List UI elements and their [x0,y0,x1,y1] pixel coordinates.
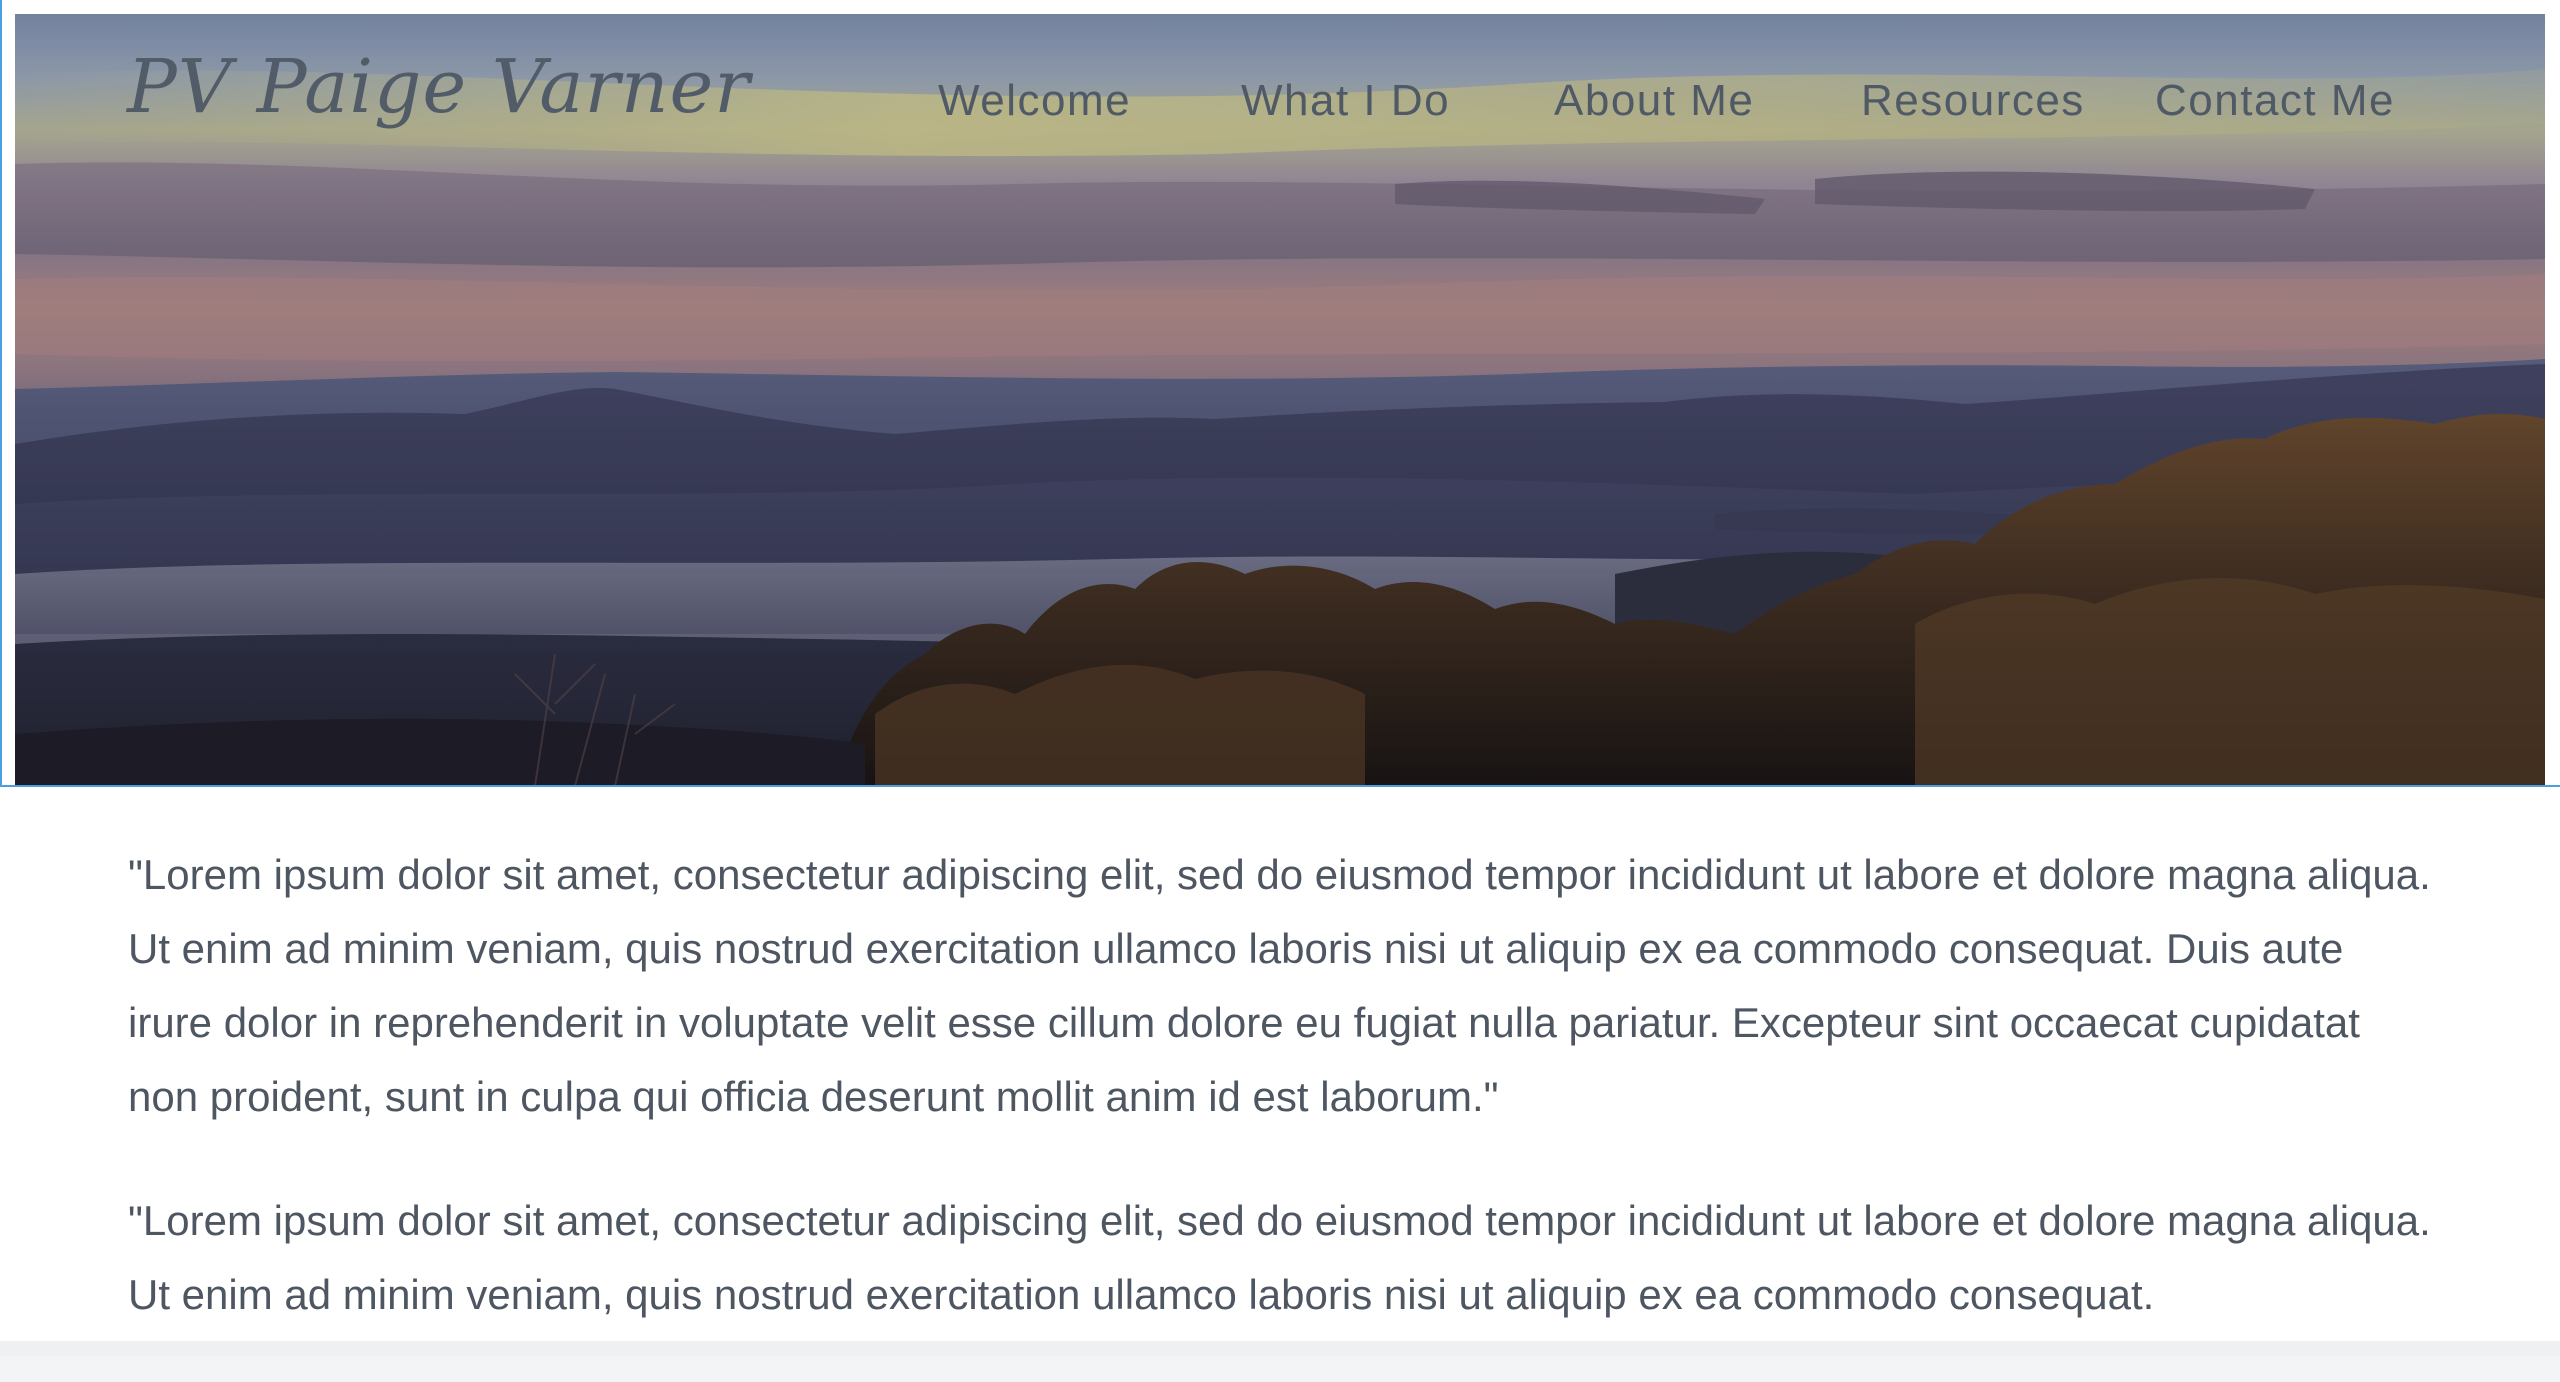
page: PV Paige Varner Welcome What I Do About … [0,0,2560,1341]
nav-item-about-me[interactable]: About Me [1554,76,1754,126]
nav-item-contact-me[interactable]: Contact Me [2155,76,2395,126]
nav-item-welcome[interactable]: Welcome [938,76,1131,126]
content-paragraph: "Lorem ipsum dolor sit amet, consectetur… [128,851,2431,1120]
nav-item-resources[interactable]: Resources [1861,76,2085,126]
hero-banner: PV Paige Varner Welcome What I Do About … [15,14,2545,786]
nav-item-what-i-do[interactable]: What I Do [1241,76,1450,126]
main-nav: Welcome What I Do About Me Resources Con… [15,76,2545,136]
main-content: "Lorem ipsum dolor sit amet, consectetur… [128,838,2438,1382]
content-paragraph: "Lorem ipsum dolor sit amet, consectetur… [128,1197,2431,1318]
page-bottom-edge [0,1341,2560,1356]
